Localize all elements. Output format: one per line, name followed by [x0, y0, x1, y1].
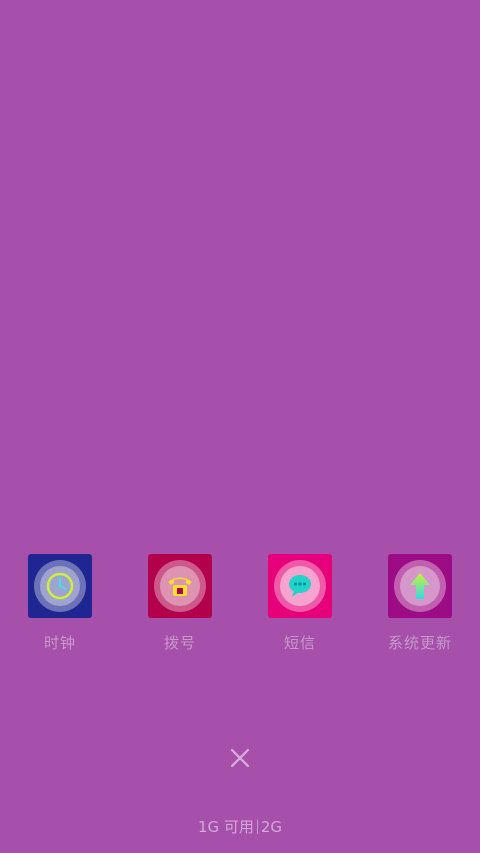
app-system-update-tile[interactable] [388, 554, 452, 618]
app-clock-label: 时钟 [43, 634, 76, 652]
recent-apps: 时钟 拨号 短信 系统更新 [0, 554, 480, 664]
app-dialer[interactable]: 拨号 [120, 554, 240, 664]
memory-status: 1G 可用 2G [0, 816, 480, 837]
app-clock[interactable]: 时钟 [0, 554, 120, 664]
phone-icon [168, 577, 192, 596]
clock-icon [46, 572, 74, 600]
app-sms-tile[interactable] [268, 554, 332, 618]
app-clock-tile[interactable] [28, 554, 92, 618]
app-sms-label: 短信 [283, 634, 316, 652]
app-dialer-label: 拨号 [163, 634, 196, 652]
app-system-update-label: 系统更新 [387, 634, 452, 652]
app-sms[interactable]: 短信 [240, 554, 360, 664]
app-dialer-tile[interactable] [148, 554, 212, 618]
update-arrow-icon [410, 573, 430, 599]
memory-total: 2G [260, 818, 283, 836]
close-button[interactable] [224, 742, 256, 774]
close-icon [230, 748, 250, 768]
memory-available: 1G 可用 [197, 818, 254, 836]
sms-icon [289, 575, 311, 597]
app-system-update[interactable]: 系统更新 [360, 554, 480, 664]
memory-separator [256, 820, 258, 834]
